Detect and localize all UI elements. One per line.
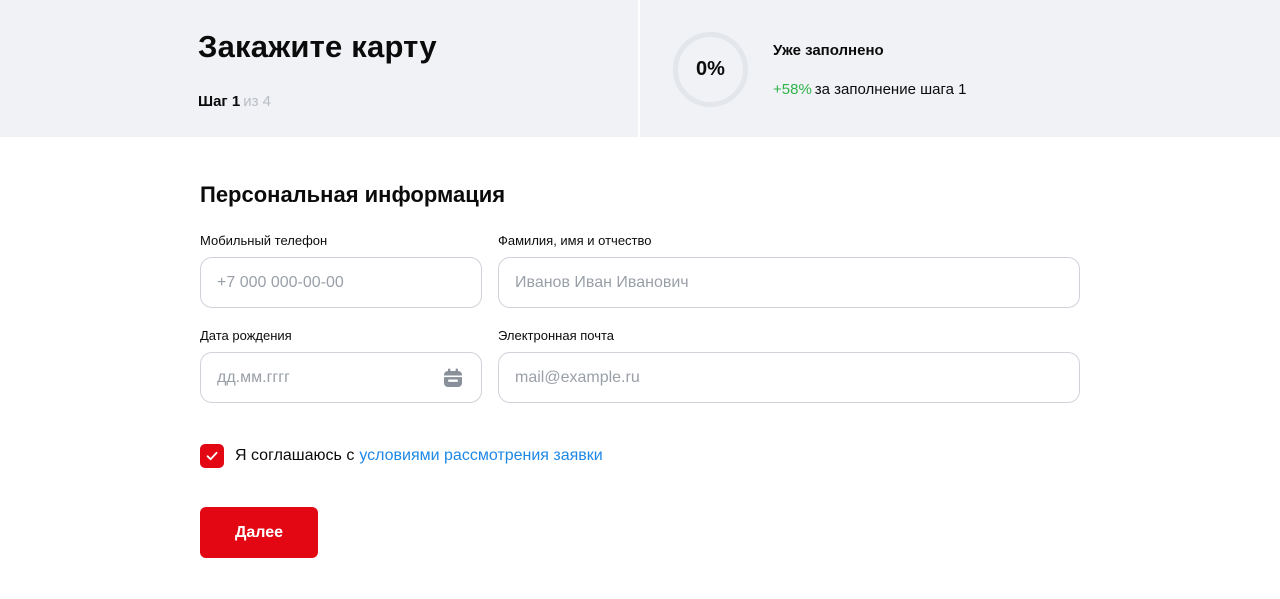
- page-title: Закажите карту: [198, 29, 437, 64]
- step-indicator: Шаг 1 из 4: [198, 93, 271, 111]
- header: Закажите карту Шаг 1 из 4 0% Уже заполнен…: [0, 0, 1280, 137]
- email-label: Электронная почта: [498, 328, 615, 343]
- birth-date-label: Дата рождения: [200, 328, 292, 343]
- email-input[interactable]: [515, 368, 1063, 387]
- phone-label: Мобильный телефон: [200, 233, 328, 248]
- full-name-label: Фамилия, имя и отчество: [498, 233, 652, 248]
- progress-ring: 0%: [673, 32, 748, 107]
- full-name-field[interactable]: [498, 257, 1080, 308]
- checkmark-icon: [206, 451, 218, 461]
- header-divider: [638, 0, 640, 137]
- email-field[interactable]: [498, 352, 1080, 403]
- birth-date-input[interactable]: [217, 368, 465, 387]
- section-title: Персональная информация: [200, 182, 506, 207]
- phone-input[interactable]: [217, 273, 465, 292]
- bonus-info: +58% за заполнение шага 1: [773, 81, 966, 99]
- step-total: из 4: [243, 93, 271, 110]
- consent-checkbox[interactable]: [200, 444, 224, 468]
- consent-terms-link[interactable]: условиями рассмотрения заявки: [359, 447, 602, 465]
- filled-title: Уже заполнено: [773, 42, 884, 59]
- phone-field[interactable]: [200, 257, 482, 308]
- consent-row: Я соглашаюсь с условиями рассмотрения за…: [200, 444, 603, 468]
- bonus-percent: +58%: [773, 81, 812, 98]
- bonus-text: за заполнение шага 1: [814, 81, 967, 98]
- progress-value: 0%: [696, 58, 725, 80]
- next-button[interactable]: Далее: [200, 507, 318, 558]
- full-name-input[interactable]: [515, 273, 1063, 292]
- step-current: Шаг 1: [198, 93, 241, 110]
- birth-date-field[interactable]: [200, 352, 482, 403]
- consent-text: Я соглашаюсь с: [235, 447, 355, 464]
- calendar-icon[interactable]: [443, 368, 463, 388]
